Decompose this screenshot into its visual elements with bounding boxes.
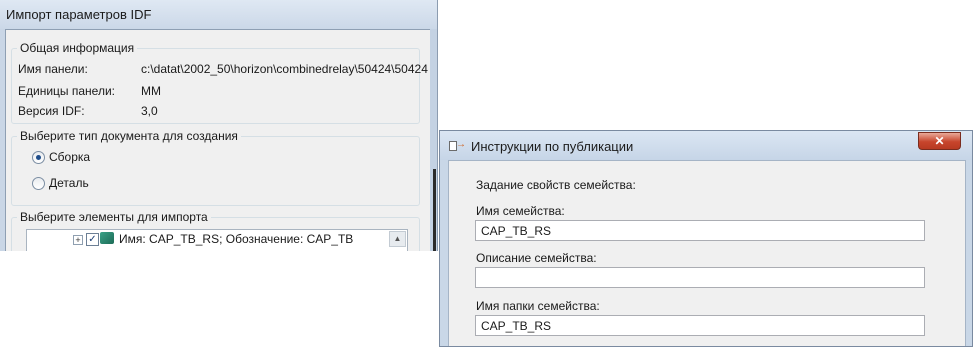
panel-units-label: Единицы панели: [18, 84, 115, 98]
window-edge [430, 29, 437, 251]
panel-name-value: c:\datat\2002_50\horizon\combinedrelay\5… [141, 62, 428, 76]
family-description-label: Описание семейства: [476, 251, 597, 265]
panel-name-label: Имя панели: [18, 62, 88, 76]
family-name-label: Имя семейства: [476, 204, 565, 218]
idf-import-dialog: Импорт параметров IDF Общая информация И… [0, 0, 438, 251]
doc-type-caption: Выберите тип документа для создания [17, 129, 241, 143]
panel-units-value: MM [141, 84, 161, 98]
publish-dialog-titlebar[interactable]: → Инструкции по публикации [440, 131, 972, 160]
family-description-field[interactable] [475, 267, 925, 288]
idf-version-value: 3,0 [141, 104, 158, 118]
elements-caption: Выберите элементы для импорта [17, 210, 211, 224]
family-name-value: CAP_TB_RS [481, 224, 552, 238]
tree-item-label[interactable]: Имя: CAP_TB_RS; Обозначение: CAP_TB [119, 232, 353, 246]
elements-tree[interactable]: + ✓ Имя: CAP_TB_RS; Обозначение: CAP_TB … [26, 229, 408, 251]
doc-type-group: Выберите тип документа для создания Сбор… [11, 129, 420, 206]
part-radio-label[interactable]: Деталь [49, 176, 89, 190]
close-button[interactable]: ✕ [918, 132, 961, 150]
assembly-radio[interactable] [32, 151, 45, 164]
tree-item-checkbox[interactable]: ✓ [86, 233, 99, 246]
expand-plus-icon[interactable]: + [73, 235, 83, 245]
publish-app-icon: → [449, 139, 466, 151]
idf-dialog-titlebar[interactable]: Импорт параметров IDF [0, 0, 437, 29]
publish-dialog-client: Задание свойств семейства: Имя семейства… [448, 160, 966, 346]
general-info-group: Общая информация Имя панели: c:\datat\20… [11, 41, 428, 124]
publish-dialog-title: Инструкции по публикации [471, 139, 634, 154]
idf-dialog-client: Общая информация Имя панели: c:\datat\20… [5, 29, 431, 251]
section-heading: Задание свойств семейства: [476, 178, 636, 192]
close-icon: ✕ [934, 134, 945, 148]
general-info-caption: Общая информация [17, 41, 138, 55]
family-name-field[interactable]: CAP_TB_RS [475, 220, 925, 241]
family-folder-field[interactable]: CAP_TB_RS [475, 315, 925, 336]
assembly-radio-label[interactable]: Сборка [49, 150, 90, 164]
idf-version-label: Версия IDF: [18, 104, 85, 118]
family-folder-label: Имя папки семейства: [476, 299, 600, 313]
family-folder-value: CAP_TB_RS [481, 319, 552, 333]
component-book-icon [100, 232, 114, 244]
scroll-up-arrow-icon[interactable]: ▲ [389, 231, 406, 247]
publish-instructions-dialog: → Инструкции по публикации ✕ Задание сво… [439, 130, 973, 347]
part-radio[interactable] [32, 177, 45, 190]
idf-dialog-title: Импорт параметров IDF [6, 7, 152, 22]
